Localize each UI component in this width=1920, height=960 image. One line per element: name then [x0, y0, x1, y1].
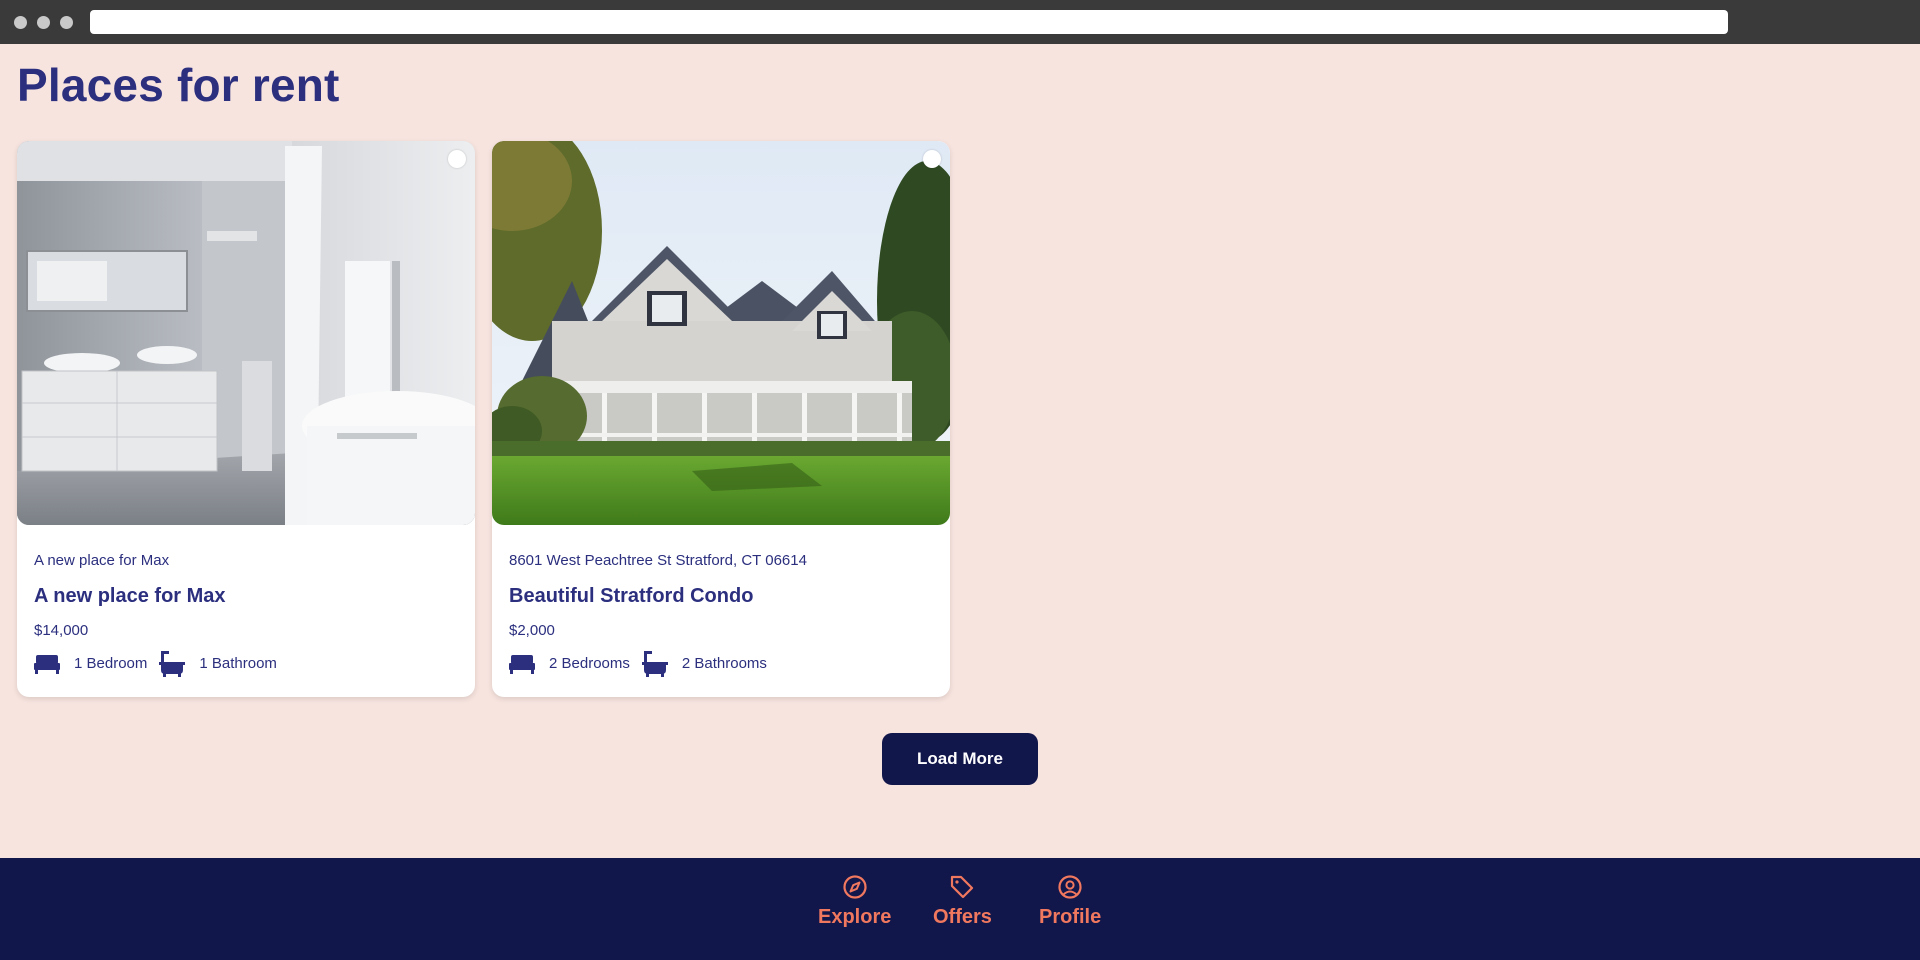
tag-icon [951, 875, 974, 899]
listing-price: $14,000 [34, 622, 89, 639]
bathtub-icon [641, 651, 668, 677]
listing-address: A new place for Max [34, 552, 170, 569]
listing-features: 1 Bedroom 1 Bathroom [34, 649, 458, 677]
listing-card[interactable]: A new place for Max A new place for Max … [17, 141, 475, 697]
listing-features: 2 Bedrooms 2 Bathrooms [509, 649, 933, 677]
nav-item-offers[interactable]: Offers [933, 874, 992, 929]
load-more-button[interactable]: Load More [882, 733, 1038, 785]
listing-title[interactable]: Beautiful Stratford Condo [509, 585, 933, 608]
listing-title[interactable]: A new place for Max [34, 585, 458, 608]
bedroom-count: 1 Bedroom [34, 652, 147, 674]
window-maximize-dot[interactable] [60, 16, 73, 29]
nav-item-explore[interactable]: Explore [818, 874, 891, 929]
bathroom-label: 2 Bathrooms [681, 654, 767, 672]
browser-chrome [0, 0, 1920, 44]
bed-icon [509, 655, 535, 674]
bedroom-label: 2 Bedrooms [549, 654, 630, 672]
house-exterior-photo [492, 141, 950, 525]
listing-photo[interactable] [492, 141, 950, 525]
bedroom-count: 2 Bedrooms [509, 652, 630, 674]
listing-grid: A new place for Max A new place for Max … [17, 141, 950, 697]
user-circle-icon [1058, 875, 1082, 899]
bathroom-label: 1 Bathroom [199, 654, 277, 672]
nav-item-profile[interactable]: Profile [1039, 874, 1101, 929]
bathtub-icon [159, 651, 186, 677]
bathroom-count: 2 Bathrooms [641, 649, 767, 677]
compass-icon [843, 875, 867, 899]
listing-photo[interactable] [17, 141, 475, 525]
bedroom-label: 1 Bedroom [74, 654, 148, 672]
bathroom-count: 1 Bathroom [159, 649, 277, 677]
window-close-dot[interactable] [14, 16, 27, 29]
bed-icon [34, 655, 60, 674]
nav-label-profile: Profile [1039, 906, 1102, 928]
address-bar[interactable] [90, 10, 1728, 34]
favorite-toggle[interactable] [448, 150, 466, 168]
listing-card[interactable]: 8601 West Peachtree St Stratford, CT 066… [492, 141, 950, 697]
nav-label-offers: Offers [933, 906, 992, 928]
listing-address: 8601 West Peachtree St Stratford, CT 066… [509, 552, 807, 569]
favorite-toggle[interactable] [923, 150, 941, 168]
nav-label-explore: Explore [818, 906, 892, 928]
bathroom-interior-photo [17, 141, 475, 525]
listing-price: $2,000 [509, 622, 555, 639]
bottom-navigation: Explore Offers Profile [0, 858, 1920, 960]
window-minimize-dot[interactable] [37, 16, 50, 29]
page-title: Places for rent [17, 59, 340, 111]
